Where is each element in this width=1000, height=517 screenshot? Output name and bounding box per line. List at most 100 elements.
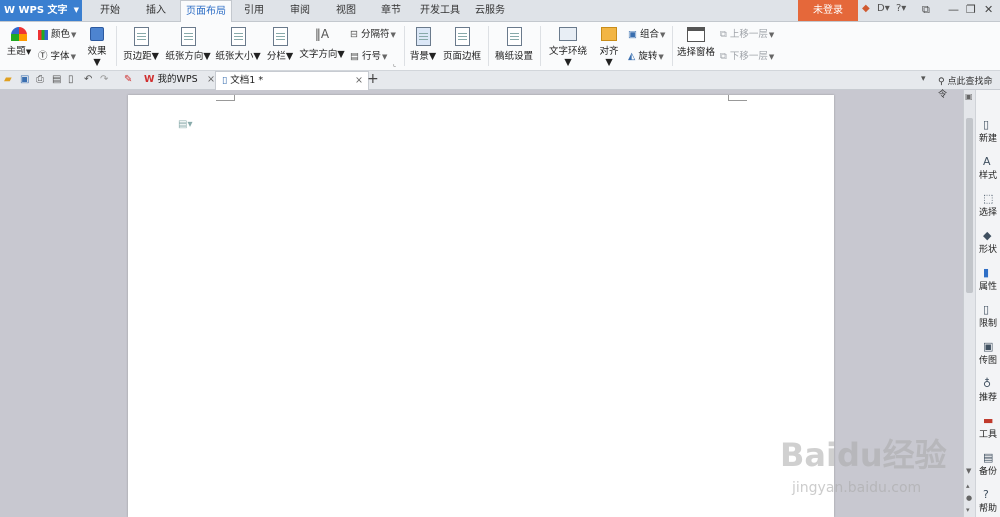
effect-button[interactable]: 效果▼ (84, 27, 110, 68)
upload-image-icon: ▣ (983, 340, 994, 353)
undo-icon[interactable]: ↶ (84, 74, 92, 85)
shape-icon: ◆ (983, 229, 992, 242)
toolbox-icon: ▬ (983, 414, 994, 427)
send-backward-button[interactable]: ⧉ 下移一层▼ (720, 48, 774, 62)
document-icon: ▯ (222, 75, 228, 86)
tab-page-layout[interactable]: 页面布局 (180, 0, 232, 22)
wrap-text-button[interactable]: 文字环绕▼ (546, 27, 590, 68)
rotate-button[interactable]: ◭ 旋转▼ (628, 48, 664, 62)
document-page[interactable]: ▤▾ (128, 95, 834, 517)
line-number-button[interactable]: ▤ 行号▼ (350, 48, 387, 62)
page-border-button[interactable]: 页面边框 (442, 27, 482, 62)
side-item-properties[interactable]: ▮ 属性 (979, 266, 1000, 292)
style-icon: A (983, 155, 991, 168)
paper-size-icon (230, 27, 246, 46)
side-item-shape[interactable]: ◆ 形状 (979, 229, 1000, 255)
help-circle-icon: ? (983, 488, 989, 501)
minimize-icon[interactable]: — (948, 3, 959, 16)
close-tab-icon[interactable]: × (355, 72, 363, 90)
tab-insert[interactable]: 插入 (136, 0, 176, 21)
side-item-new[interactable]: ▯ 新建 (979, 118, 1000, 144)
margins-icon (133, 27, 149, 46)
break-button[interactable]: ⊟ 分隔符▼ (350, 26, 396, 40)
app-menu-button[interactable]: W WPS 文字 ▼ (0, 0, 82, 21)
open-icon[interactable]: ▰ (4, 74, 12, 85)
color-button[interactable]: 颜色▼ (38, 26, 76, 40)
tab-review[interactable]: 审阅 (282, 0, 318, 21)
side-item-upload-image[interactable]: ▣ 传图 (979, 340, 1000, 366)
orientation-button[interactable]: 纸张方向▼ (164, 27, 212, 62)
text-direction-button[interactable]: ‖A 文字方向▼ (298, 27, 346, 60)
selection-pane-button[interactable]: 选择窗格 (677, 27, 715, 58)
share-icon[interactable]: D▾ (877, 3, 890, 14)
tab-references[interactable]: 引用 (236, 0, 272, 21)
properties-icon: ▮ (983, 266, 990, 279)
columns-button[interactable]: 分栏▼ (265, 27, 295, 62)
print-preview-icon[interactable]: ⎙ (36, 74, 44, 85)
color-icon (38, 29, 48, 40)
scroll-thumb[interactable] (966, 118, 973, 293)
export-pdf-icon[interactable]: ▯ (68, 74, 74, 85)
wps-tab-icon: W (144, 74, 155, 85)
ribbon: 主题▼ 颜色▼ Ⓣ 字体▼ 效果▼ 页边距▼ 纸张方向▼ 纸张大小▼ 分栏▼ ‖… (0, 22, 1000, 71)
bring-forward-button[interactable]: ⧉ 上移一层▼ (720, 26, 774, 40)
text-direction-icon: ‖A (314, 27, 330, 41)
side-item-tools[interactable]: ▬ 工具 (979, 414, 1000, 440)
side-item-restrict[interactable]: ▯ 限制 (979, 303, 1000, 329)
new-tab-icon[interactable]: + (367, 71, 379, 87)
login-button[interactable]: 未登录 (798, 0, 858, 21)
pin-icon[interactable]: ✎ (124, 74, 132, 85)
menu-bar: W WPS 文字 ▼ 开始 插入 页面布局 引用 审阅 视图 章节 开发工具 云… (0, 0, 1000, 22)
size-button[interactable]: 纸张大小▼ (214, 27, 262, 62)
side-item-help[interactable]: ? 帮助 (979, 488, 1000, 514)
font-button[interactable]: Ⓣ 字体▼ (38, 48, 76, 62)
theme-button[interactable]: 主题▼ (4, 27, 34, 57)
vertical-scrollbar[interactable]: ▣ ▼ ▴ ● ▾ (963, 90, 975, 517)
bring-forward-icon: ⧉ (720, 29, 727, 40)
orientation-icon (180, 27, 196, 46)
print-icon[interactable]: ▤ (52, 74, 61, 85)
background-button[interactable]: 背景▼ (408, 27, 438, 62)
help-icon[interactable]: ?▾ (896, 3, 906, 14)
dialog-launcher-icon[interactable]: ⌞ (393, 60, 396, 68)
prev-page-icon[interactable]: ▴ (966, 482, 970, 490)
margins-button[interactable]: 页边距▼ (122, 27, 160, 62)
browse-object-icon[interactable]: ● (966, 494, 972, 502)
corner-mark (728, 95, 747, 101)
doc-tab-my-wps[interactable]: W 我的WPS × (138, 71, 220, 89)
redo-icon[interactable]: ↷ (100, 74, 108, 85)
paper-setup-button[interactable]: 稿纸设置 (494, 27, 534, 62)
font-icon: Ⓣ (38, 51, 48, 62)
side-item-select[interactable]: ⬚ 选择 (979, 192, 1000, 218)
group-button[interactable]: ▣ 组合▼ (628, 26, 665, 40)
background-icon (415, 27, 431, 46)
side-item-style[interactable]: A 样式 (979, 155, 1000, 181)
select-icon: ⬚ (983, 192, 994, 205)
close-tab-icon[interactable]: × (207, 71, 215, 89)
side-item-backup[interactable]: ▤ 备份 (979, 451, 1000, 477)
tab-developer[interactable]: 开发工具 (416, 0, 464, 21)
restore-ribbon-icon[interactable]: ⧉ (922, 3, 930, 17)
tab-chapter[interactable]: 章节 (373, 0, 409, 21)
maximize-icon[interactable]: ❐ (966, 3, 976, 16)
scroll-top-icon[interactable]: ▣ (965, 92, 973, 101)
tab-view[interactable]: 视图 (328, 0, 364, 21)
doc-tab-document1[interactable]: ▯ 文档1 * × (215, 71, 369, 90)
scroll-down-icon[interactable]: ▼ (966, 467, 971, 475)
paper-setup-icon (506, 27, 522, 46)
close-icon[interactable]: ✕ (984, 3, 993, 16)
next-page-icon[interactable]: ▾ (966, 506, 970, 514)
separator (488, 26, 489, 66)
rotate-icon: ◭ (628, 51, 636, 62)
new-doc-icon: ▯ (983, 118, 990, 131)
save-icon[interactable]: ▣ (20, 74, 29, 85)
skin-icon[interactable]: ◆ (862, 3, 870, 14)
paste-options-icon[interactable]: ▤▾ (178, 119, 192, 130)
tab-cloud[interactable]: 云服务 (470, 0, 510, 21)
align-button[interactable]: 对齐▼ (596, 27, 622, 68)
theme-icon (11, 27, 27, 41)
tab-home[interactable]: 开始 (90, 0, 130, 21)
page-border-icon (454, 27, 470, 46)
ribbon-toggle-icon[interactable]: ▾ (921, 74, 926, 84)
side-item-recommend[interactable]: ♁ 推荐 (979, 377, 1000, 403)
